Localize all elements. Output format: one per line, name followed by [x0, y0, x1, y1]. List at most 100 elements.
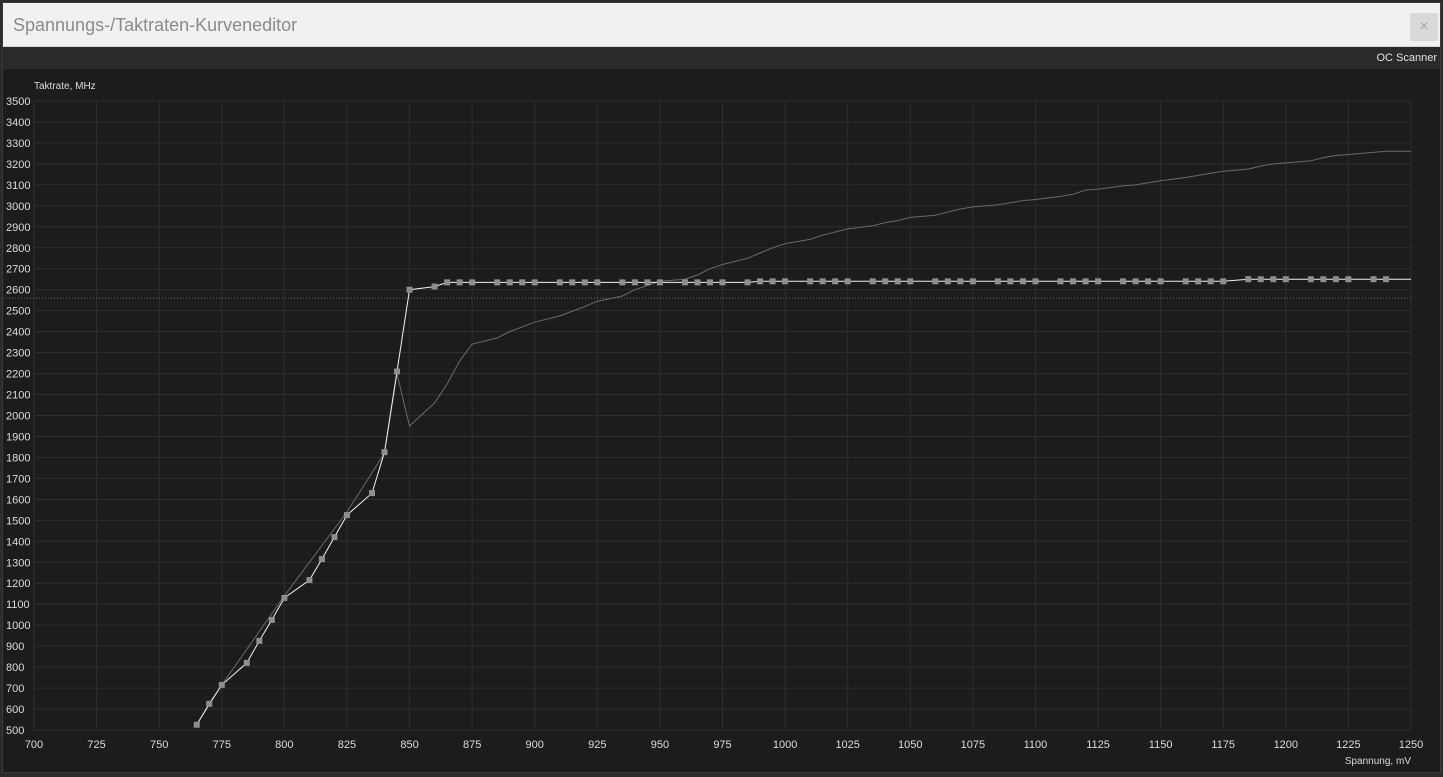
curve-point-handle[interactable]: [381, 449, 388, 456]
curve-point-handle[interactable]: [882, 278, 889, 285]
curve-point-handle[interactable]: [1382, 276, 1389, 283]
curve-point-handle[interactable]: [268, 616, 275, 623]
curve-point-handle[interactable]: [193, 721, 200, 728]
voltage-frequency-chart[interactable]: 500 600 700 800 900 1000 1100 1200 1300 1400 1500 1…: [3, 69, 1442, 774]
curve-point-handle[interactable]: [1195, 278, 1202, 285]
curve-point-handle[interactable]: [744, 279, 751, 286]
curve-point-handle[interactable]: [1345, 276, 1352, 283]
curve-point-handle[interactable]: [1157, 278, 1164, 285]
x-tick-label: 1250: [1399, 739, 1423, 751]
curve-point-handle[interactable]: [1095, 278, 1102, 285]
curve-point-handle[interactable]: [256, 637, 263, 644]
x-axis-label: Spannung, mV: [1345, 756, 1411, 767]
curve-point-handle[interactable]: [894, 278, 901, 285]
curve-point-handle[interactable]: [331, 534, 338, 541]
curve-point-handle[interactable]: [631, 279, 638, 286]
curve-point-handle[interactable]: [1332, 276, 1339, 283]
y-tick-label: 700: [6, 683, 24, 695]
y-tick-label: 1200: [6, 578, 30, 590]
x-tick-label: 875: [463, 739, 481, 751]
y-tick-label: 1800: [6, 452, 30, 464]
curve-point-handle[interactable]: [1132, 278, 1139, 285]
curve-point-handle[interactable]: [456, 279, 463, 286]
curve-point-handle[interactable]: [431, 283, 438, 290]
curve-point-handle[interactable]: [1257, 276, 1264, 283]
curve-point-handle[interactable]: [218, 681, 225, 688]
curve-point-handle[interactable]: [343, 512, 350, 519]
curve-point-handle[interactable]: [619, 279, 626, 286]
curve-point-handle[interactable]: [469, 279, 476, 286]
curve-point-handle[interactable]: [757, 278, 764, 285]
curve-point-handle[interactable]: [1270, 276, 1277, 283]
curve-point-handle[interactable]: [832, 278, 839, 285]
x-tick-label: 1075: [961, 739, 985, 751]
curve-point-handle[interactable]: [769, 278, 776, 285]
x-tick-label: 1025: [835, 739, 859, 751]
curve-point-handle[interactable]: [581, 279, 588, 286]
curve-point-handle[interactable]: [206, 700, 213, 707]
x-tick-label: 800: [275, 739, 293, 751]
curve-point-handle[interactable]: [1245, 276, 1252, 283]
curve-point-handle[interactable]: [1019, 278, 1026, 285]
y-tick-label: 1400: [6, 536, 30, 548]
close-button[interactable]: ×: [1410, 13, 1438, 41]
curve-point-handle[interactable]: [444, 279, 451, 286]
curve-point-handle[interactable]: [318, 556, 325, 563]
curve-point-handle[interactable]: [869, 278, 876, 285]
y-tick-label: 1500: [6, 515, 30, 527]
curve-point-handle[interactable]: [506, 279, 513, 286]
curve-point-handle[interactable]: [1007, 278, 1014, 285]
curve-point-handle[interactable]: [719, 279, 726, 286]
curve-point-handle[interactable]: [1032, 278, 1039, 285]
curve-point-handle[interactable]: [944, 278, 951, 285]
curve-point-handle[interactable]: [1057, 278, 1064, 285]
curve-point-handle[interactable]: [1145, 278, 1152, 285]
curve-point-handle[interactable]: [1370, 276, 1377, 283]
curve-point-handle[interactable]: [1082, 278, 1089, 285]
curve-point-handle[interactable]: [957, 278, 964, 285]
curve-point-handle[interactable]: [656, 279, 663, 286]
curve-points[interactable]: [193, 276, 1389, 728]
curve-point-handle[interactable]: [1307, 276, 1314, 283]
curve-point-handle[interactable]: [243, 659, 250, 666]
curve-point-handle[interactable]: [1220, 278, 1227, 285]
curve-point-handle[interactable]: [1182, 278, 1189, 285]
curve-point-handle[interactable]: [681, 279, 688, 286]
curve-point-handle[interactable]: [556, 279, 563, 286]
curve-point-handle[interactable]: [1070, 278, 1077, 285]
curve-point-handle[interactable]: [1207, 278, 1214, 285]
curve-point-handle[interactable]: [994, 278, 1001, 285]
default-curve-line: [196, 150, 1411, 726]
curve-point-handle[interactable]: [406, 286, 413, 293]
curve-point-handle[interactable]: [782, 278, 789, 285]
y-tick-label: 800: [6, 662, 24, 674]
y-tick-label: 2800: [6, 243, 30, 255]
curve-point-handle[interactable]: [844, 278, 851, 285]
y-tick-label: 3100: [6, 180, 30, 192]
curve-point-handle[interactable]: [368, 490, 375, 497]
curve-point-handle[interactable]: [531, 279, 538, 286]
curve-point-handle[interactable]: [1120, 278, 1127, 285]
curve-point-handle[interactable]: [569, 279, 576, 286]
curve-point-handle[interactable]: [494, 279, 501, 286]
y-tick-label: 1700: [6, 473, 30, 485]
curve-point-handle[interactable]: [644, 279, 651, 286]
curve-point-handle[interactable]: [519, 279, 526, 286]
curve-point-handle[interactable]: [819, 278, 826, 285]
curve-point-handle[interactable]: [306, 577, 313, 584]
curve-point-handle[interactable]: [932, 278, 939, 285]
curve-point-handle[interactable]: [706, 279, 713, 286]
curve-point-handle[interactable]: [594, 279, 601, 286]
y-tick-label: 2400: [6, 327, 30, 339]
x-tick-label: 925: [588, 739, 606, 751]
curve-point-handle[interactable]: [1282, 276, 1289, 283]
curve-point-handle[interactable]: [694, 279, 701, 286]
x-tick-label: 1000: [773, 739, 797, 751]
oc-scanner-button[interactable]: OC Scanner: [1376, 52, 1437, 64]
curve-point-handle[interactable]: [969, 278, 976, 285]
curve-point-handle[interactable]: [807, 278, 814, 285]
curve-point-handle[interactable]: [281, 594, 288, 601]
curve-point-handle[interactable]: [394, 368, 401, 375]
curve-point-handle[interactable]: [1320, 276, 1327, 283]
curve-point-handle[interactable]: [907, 278, 914, 285]
